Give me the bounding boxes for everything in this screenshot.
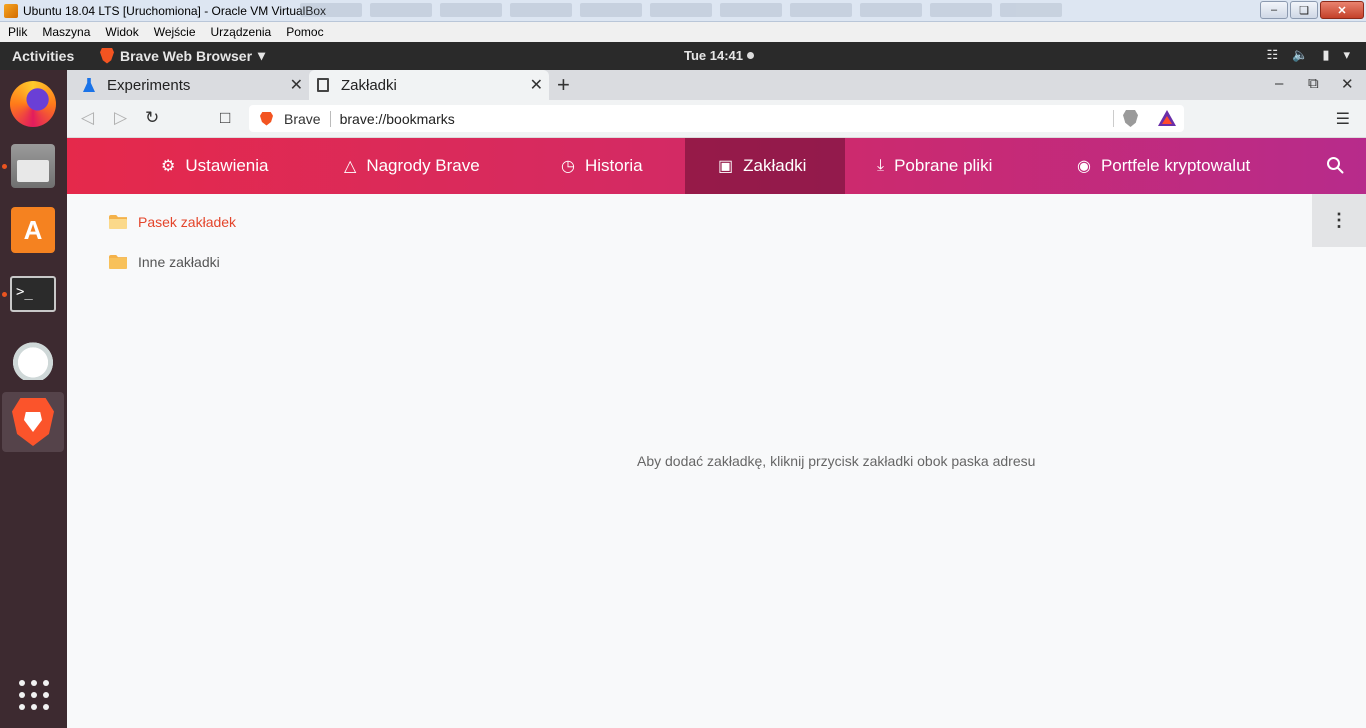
- nav-nagrody[interactable]: △ Nagrody Brave: [344, 138, 480, 194]
- separator: [1113, 110, 1114, 127]
- url-text[interactable]: brave://bookmarks: [340, 111, 455, 127]
- show-applications-icon[interactable]: [19, 680, 49, 710]
- window-minimize-icon[interactable]: –: [1275, 75, 1283, 92]
- system-tray[interactable]: ☷ 🔈 ▮ ▾: [1266, 47, 1350, 63]
- dock-terminal[interactable]: >_: [2, 264, 64, 324]
- nav-zakladki[interactable]: ▣ Zakładki: [685, 138, 845, 194]
- menu-urzadzenia[interactable]: Urządzenia: [211, 25, 272, 39]
- clock-label: Tue 14:41: [684, 48, 744, 63]
- clock[interactable]: Tue 14:41: [684, 48, 755, 63]
- activities-button[interactable]: Activities: [12, 48, 74, 64]
- brave-site-icon: [260, 111, 273, 126]
- menu-plik[interactable]: Plik: [8, 25, 27, 39]
- menu-maszyna[interactable]: Maszyna: [42, 25, 90, 39]
- rewards-triangle-icon: △: [344, 158, 357, 175]
- dock-jug-app[interactable]: [2, 328, 64, 388]
- empty-state-message: Aby dodać zakładkę, kliknij przycisk zak…: [637, 453, 1036, 469]
- tab-title: Zakładki: [341, 76, 397, 94]
- nav-label: Pobrane pliki: [894, 156, 993, 175]
- brave-rewards-icon[interactable]: [1158, 110, 1176, 126]
- nav-pobrane[interactable]: ⤓ Pobrane pliki: [877, 138, 992, 194]
- download-icon: ⤓: [877, 157, 885, 174]
- nav-label: Historia: [584, 156, 643, 175]
- menu-widok[interactable]: Widok: [105, 25, 138, 39]
- menu-pomoc[interactable]: Pomoc: [286, 25, 323, 39]
- reload-button[interactable]: ↻: [145, 108, 159, 128]
- background-windows: [300, 3, 1180, 19]
- notification-dot-icon: [747, 52, 755, 59]
- virtualbox-icon: [4, 3, 18, 18]
- gnome-top-panel: Activities Brave Web Browser ▾ Tue 14:41…: [0, 42, 1366, 70]
- window-title: Ubuntu 18.04 LTS [Uruchomiona] - Oracle …: [23, 3, 327, 18]
- dock-software[interactable]: A: [2, 200, 64, 260]
- app-menu-label: Brave Web Browser: [120, 47, 253, 64]
- dock-brave[interactable]: [2, 392, 64, 452]
- window-restore-icon[interactable]: ⧉: [1308, 75, 1319, 92]
- bookmark-icon: ▣: [718, 158, 734, 175]
- volume-icon: 🔈: [1292, 47, 1309, 62]
- maximize-button[interactable]: ❏: [1290, 1, 1318, 19]
- window-close-icon[interactable]: ✕: [1341, 75, 1354, 93]
- nav-portfele[interactable]: ◉ Portfele kryptowalut: [1077, 138, 1250, 194]
- separator: [329, 110, 331, 127]
- history-icon: ◷: [561, 158, 575, 175]
- folder-label: Pasek zakładek: [138, 214, 237, 230]
- hamburger-menu-icon[interactable]: ☰: [1336, 109, 1350, 129]
- brave-icon: [100, 47, 114, 64]
- tab-strip: Experiments ✕ Zakładki ✕ + – ⧉ ✕: [67, 70, 1366, 100]
- network-icon: ☷: [1266, 47, 1279, 62]
- tab-experiments[interactable]: Experiments ✕: [75, 70, 309, 100]
- tab-title: Experiments: [107, 76, 191, 94]
- terminal-icon: >_: [10, 276, 56, 312]
- folder-pasek-zakladek[interactable]: Pasek zakładek: [109, 214, 236, 230]
- battery-icon: ▮: [1322, 47, 1330, 62]
- nav-ustawienia[interactable]: ⚙ Ustawienia: [161, 138, 269, 194]
- dock-files[interactable]: [2, 136, 64, 196]
- jug-icon: [13, 336, 53, 380]
- browser-toolbar: ◁ ▷ ↻ □ Brave brave://bookmarks ☰: [67, 100, 1366, 138]
- menu-wejscie[interactable]: Wejście: [154, 25, 196, 39]
- brave-navigation-bar: ⚙ Ustawienia △ Nagrody Brave ◷ Historia …: [67, 138, 1366, 194]
- forward-button[interactable]: ▷: [114, 108, 127, 128]
- back-button[interactable]: ◁: [81, 108, 94, 128]
- nav-label: Ustawienia: [185, 156, 269, 175]
- folder-inne-zakladki[interactable]: Inne zakładki: [109, 254, 220, 270]
- brave-shields-icon[interactable]: [1123, 110, 1138, 127]
- vbox-title-bar: Ubuntu 18.04 LTS [Uruchomiona] - Oracle …: [0, 0, 1366, 22]
- dock: A >_: [0, 70, 67, 728]
- nav-label: Portfele kryptowalut: [1100, 156, 1251, 175]
- software-store-icon: A: [11, 207, 55, 253]
- vbox-menu-bar: Plik Maszyna Widok Wejście Urządzenia Po…: [0, 22, 1366, 42]
- firefox-icon: [10, 81, 56, 127]
- bookmark-icon: [315, 77, 331, 93]
- bookmark-page-button[interactable]: □: [220, 108, 230, 128]
- search-icon[interactable]: [1326, 156, 1344, 174]
- more-options-icon[interactable]: ⋮: [1312, 194, 1366, 247]
- tab-zakladki[interactable]: Zakładki ✕: [309, 70, 549, 100]
- close-tab-icon[interactable]: ✕: [290, 75, 303, 95]
- gear-icon: ⚙: [161, 158, 176, 175]
- new-tab-button[interactable]: +: [557, 72, 570, 98]
- dock-firefox[interactable]: [2, 74, 64, 134]
- folder-open-icon: [109, 215, 127, 229]
- nav-historia[interactable]: ◷ Historia: [561, 138, 643, 194]
- address-bar[interactable]: Brave brave://bookmarks: [249, 105, 1184, 132]
- wallet-icon: ◉: [1077, 158, 1091, 175]
- files-icon: [11, 144, 55, 188]
- close-tab-icon[interactable]: ✕: [530, 75, 543, 95]
- brave-lion-icon: [12, 398, 54, 446]
- close-button[interactable]: ✕: [1320, 1, 1364, 19]
- nav-label: Zakładki: [743, 156, 807, 175]
- folder-icon: [109, 255, 127, 269]
- bookmarks-page: Pasek zakładek Inne zakładki ⋮ Aby dodać…: [67, 194, 1366, 728]
- chevron-down-icon: ▾: [1343, 47, 1350, 62]
- app-menu[interactable]: Brave Web Browser ▾: [100, 47, 265, 64]
- site-name: Brave: [284, 110, 321, 127]
- flask-icon: [81, 77, 97, 93]
- minimize-button[interactable]: –: [1260, 1, 1288, 19]
- folder-label: Inne zakładki: [138, 254, 220, 270]
- chevron-down-icon: ▾: [258, 47, 266, 63]
- nav-label: Nagrody Brave: [366, 156, 480, 175]
